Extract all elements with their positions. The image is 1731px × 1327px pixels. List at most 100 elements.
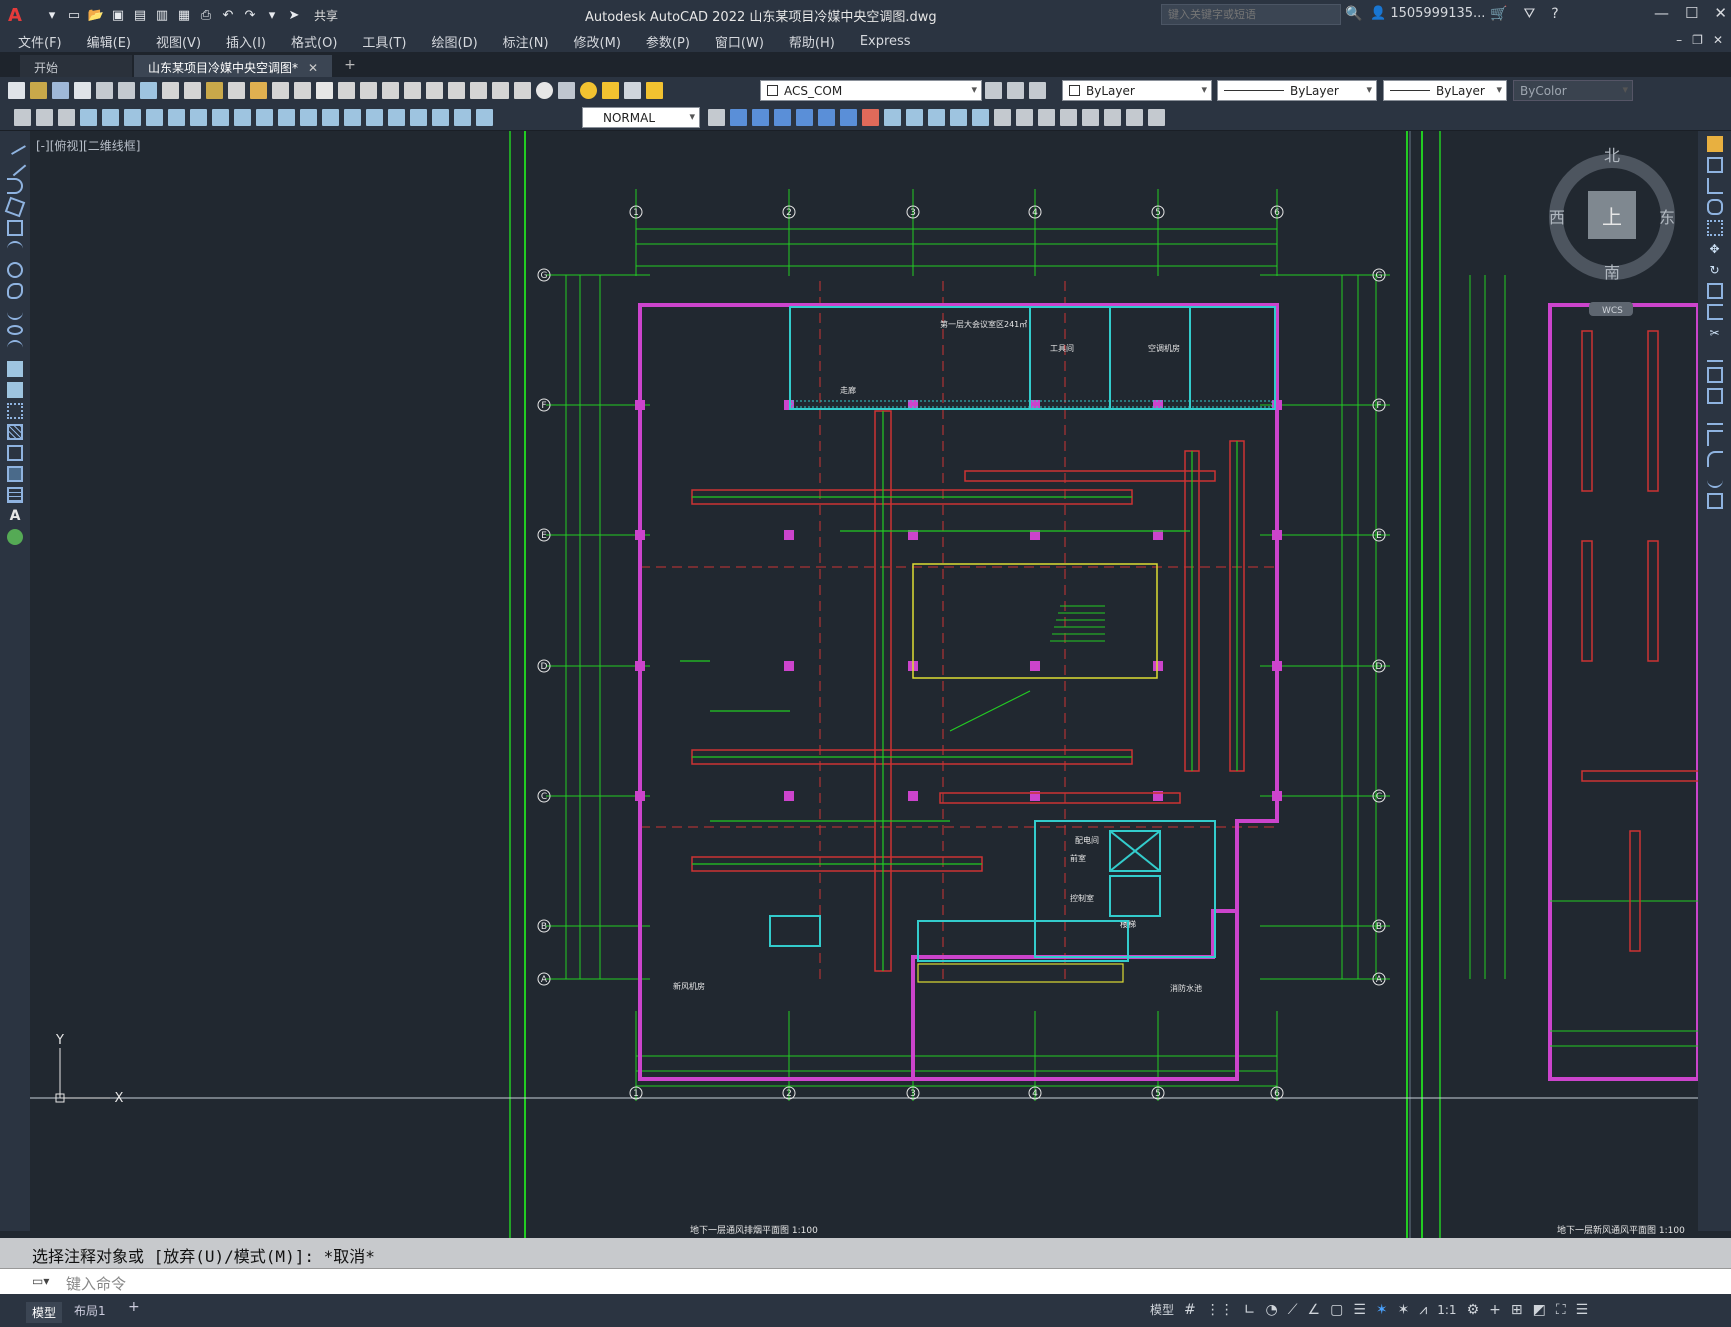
sheet-set-icon[interactable]: [470, 82, 487, 99]
maximize-button[interactable]: ☐: [1685, 4, 1698, 22]
markup-icon[interactable]: [492, 82, 509, 99]
share-button[interactable]: 共享: [314, 7, 338, 24]
linear-dim-icon[interactable]: [80, 109, 97, 126]
adjust-icon[interactable]: [1082, 109, 1099, 126]
menu-dimension[interactable]: 标注(N): [503, 32, 549, 51]
dim-text-edit-icon[interactable]: [476, 109, 493, 126]
model-space-button[interactable]: 模型: [1150, 1301, 1174, 1318]
new-file-icon[interactable]: ▭: [66, 7, 82, 23]
layer-match-icon[interactable]: [1007, 82, 1024, 99]
mirror-icon[interactable]: [1706, 178, 1723, 194]
underlay-icon[interactable]: [1126, 109, 1143, 126]
layout-tab-layout1[interactable]: 布局1: [74, 1302, 106, 1319]
tolerance-icon[interactable]: [366, 109, 383, 126]
help-icon[interactable]: [536, 82, 553, 99]
ordinate-dim-icon[interactable]: [146, 109, 163, 126]
tab-drawing[interactable]: 山东某项目冷媒中央空调图* ✕: [134, 55, 333, 77]
redo-icon[interactable]: ↷: [242, 7, 258, 23]
radius-dim-icon[interactable]: [168, 109, 185, 126]
menu-view[interactable]: 视图(V): [156, 32, 201, 51]
layout-tab-model[interactable]: 模型: [26, 1302, 63, 1323]
viewport-controls[interactable]: [-][俯视][二维线框]: [36, 137, 140, 154]
layer-properties-icon[interactable]: [558, 82, 575, 99]
zoom-window-icon[interactable]: [360, 82, 377, 99]
point-icon[interactable]: [7, 403, 23, 419]
undo-icon[interactable]: ↶: [220, 7, 236, 23]
menu-window[interactable]: 窗口(W): [715, 32, 764, 51]
layer-previous-icon[interactable]: [1029, 82, 1046, 99]
menu-edit[interactable]: 编辑(E): [87, 32, 131, 51]
scale-icon[interactable]: [1706, 283, 1723, 299]
new-tab-button[interactable]: +: [344, 57, 356, 77]
zoom-previous-icon[interactable]: [382, 82, 399, 99]
autodesk-app-icon[interactable]: ⛛: [1523, 6, 1535, 22]
publish-icon[interactable]: ▥: [154, 7, 170, 23]
snap-icon[interactable]: ⋮⋮: [1206, 1302, 1234, 1318]
insert-block-icon[interactable]: [7, 361, 23, 377]
annotation-scale-icon[interactable]: ⩘: [1419, 1302, 1427, 1318]
diameter-dim-icon[interactable]: [212, 109, 229, 126]
menu-file[interactable]: 文件(F): [18, 32, 62, 51]
arc-icon[interactable]: [7, 241, 23, 257]
auto-scale-icon[interactable]: ✶: [1398, 1302, 1410, 1318]
open-icon[interactable]: [30, 82, 47, 99]
chamfer-icon[interactable]: [1706, 430, 1723, 446]
dim-override-icon[interactable]: [58, 109, 75, 126]
close-button[interactable]: ✕: [1714, 4, 1727, 22]
table-icon[interactable]: [7, 487, 23, 503]
customization-icon[interactable]: ☰: [1576, 1302, 1589, 1318]
polyline-icon[interactable]: [7, 178, 23, 194]
autocad-logo-icon[interactable]: A: [8, 5, 26, 26]
properties-icon[interactable]: [404, 82, 421, 99]
region-icon[interactable]: [7, 466, 23, 482]
block-editor-icon[interactable]: [250, 82, 267, 99]
bring-above-icon[interactable]: [774, 109, 791, 126]
drawing-canvas[interactable]: 1 2 3 4 5 6 1 2 3 4 5 6 G F E D C B A G …: [30, 131, 1698, 1238]
ellipse-arc-icon[interactable]: [7, 340, 23, 356]
image-icon[interactable]: [1016, 109, 1033, 126]
frame-icon[interactable]: [1104, 109, 1121, 126]
annotation-monitor-icon[interactable]: +: [1489, 1302, 1501, 1318]
dropdown-caret-icon[interactable]: ▾: [44, 7, 60, 23]
save-as-icon[interactable]: ▤: [132, 7, 148, 23]
multiline-text-icon[interactable]: A: [7, 508, 23, 524]
block-insert-icon[interactable]: [972, 109, 989, 126]
make-block-icon[interactable]: [7, 382, 23, 398]
lineweight-dropdown[interactable]: ByLayer ▾: [1383, 80, 1507, 101]
doc-close-icon[interactable]: ✕: [1713, 33, 1723, 47]
calculator-icon[interactable]: [514, 82, 531, 99]
drawing-svg[interactable]: 1 2 3 4 5 6 1 2 3 4 5 6 G F E D C B A G …: [30, 131, 1698, 1238]
hatch-icon[interactable]: [7, 424, 23, 440]
search-input[interactable]: [1161, 4, 1341, 25]
polygon-icon[interactable]: [4, 196, 26, 218]
tab-start[interactable]: 开始: [20, 55, 132, 77]
menu-parametric[interactable]: 参数(P): [646, 32, 690, 51]
annotation-visibility-icon[interactable]: ✶: [1376, 1302, 1388, 1318]
save-icon[interactable]: ▣: [110, 7, 126, 23]
redo-icon[interactable]: [294, 82, 311, 99]
preview-icon[interactable]: [96, 82, 113, 99]
workspace-gear-icon[interactable]: ⚙: [1467, 1302, 1480, 1318]
plot-icon[interactable]: [74, 82, 91, 99]
rotate-icon[interactable]: ↻: [1707, 262, 1723, 278]
help-icon[interactable]: ?: [1551, 6, 1558, 22]
copy-icon[interactable]: [184, 82, 201, 99]
cart-icon[interactable]: 🛒: [1490, 6, 1507, 22]
hatch-to-back-icon[interactable]: [840, 109, 857, 126]
dim-update-icon[interactable]: [14, 109, 31, 126]
angular-dim-icon[interactable]: [234, 109, 251, 126]
polar-icon[interactable]: ◔: [1265, 1302, 1277, 1318]
menu-modify[interactable]: 修改(M): [574, 32, 621, 51]
stretch-icon[interactable]: [1706, 304, 1723, 320]
print-icon[interactable]: ⎙: [198, 7, 214, 23]
explode-icon[interactable]: [1706, 493, 1723, 509]
menu-insert[interactable]: 插入(I): [226, 32, 266, 51]
tab-close-icon[interactable]: ✕: [308, 61, 318, 75]
baseline-dim-icon[interactable]: [278, 109, 295, 126]
paste-icon[interactable]: [206, 82, 223, 99]
scale-value[interactable]: 1:1: [1437, 1303, 1456, 1317]
plotstyle-dropdown[interactable]: ByColor ▾: [1513, 80, 1633, 101]
command-prompt-icon[interactable]: ▭▾: [32, 1274, 49, 1288]
blend-curves-icon[interactable]: [1706, 472, 1723, 488]
menu-format[interactable]: 格式(O): [291, 32, 337, 51]
